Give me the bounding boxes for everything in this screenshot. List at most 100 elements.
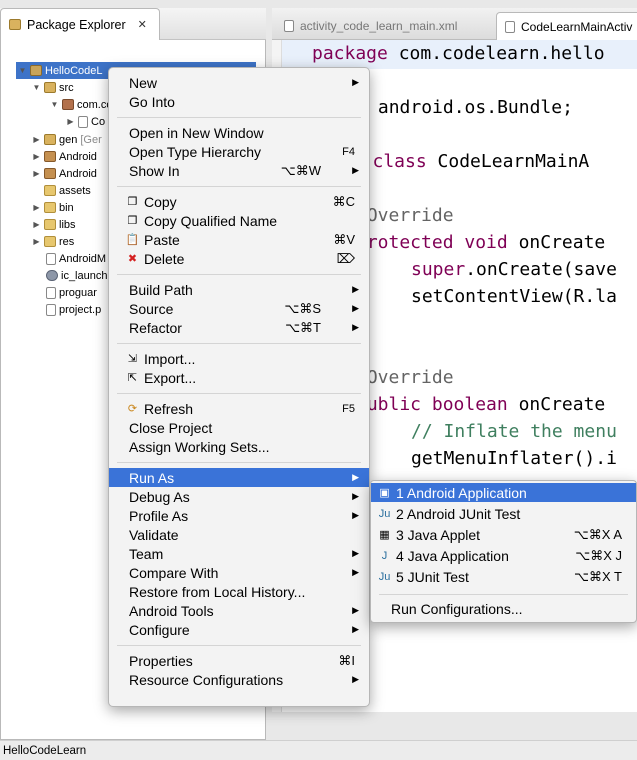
- collapse-icon[interactable]: ▶: [32, 237, 41, 246]
- code-line: ic class CodeLearnMainA: [340, 151, 590, 172]
- menu-item-open-in-new-window[interactable]: Open in New Window: [109, 123, 369, 142]
- image-file-icon: [46, 270, 58, 281]
- menu-item-label: Refactor: [129, 319, 182, 336]
- menu-item-new[interactable]: New ▶: [109, 73, 369, 92]
- tree-item-assets[interactable]: assets: [44, 182, 91, 199]
- menu-item-label: Source: [129, 300, 174, 317]
- tree-item-manifest[interactable]: AndroidM: [46, 250, 106, 267]
- submenu-arrow-icon: ▶: [352, 567, 359, 577]
- menu-item-open-type-hierarchy[interactable]: Open Type Hierarchy F4: [109, 142, 369, 161]
- menu-item-import[interactable]: ⇲ Import...: [109, 349, 369, 368]
- code-line: package com.codelearn.hello: [312, 43, 605, 64]
- tree-item-class[interactable]: ▶ Co: [66, 113, 105, 130]
- menu-item-3-java-applet[interactable]: ▦ 3 Java Applet ⌥⌘X A: [371, 525, 636, 544]
- menu-item-validate[interactable]: Validate: [109, 525, 369, 544]
- export-icon: ⇱: [127, 372, 138, 384]
- tree-item-project-properties[interactable]: project.p: [46, 301, 101, 318]
- menu-item-properties[interactable]: Properties ⌘I: [109, 651, 369, 670]
- submenu-arrow-icon: ▶: [352, 303, 359, 313]
- collapse-icon[interactable]: ▶: [32, 169, 41, 178]
- tree-item-gen[interactable]: ▶ gen [Ger: [32, 131, 101, 148]
- menu-item-compare-with[interactable]: Compare With ▶: [109, 563, 369, 582]
- code-line: @Override: [356, 367, 454, 388]
- menu-item-label: Profile As: [129, 507, 189, 524]
- collapse-icon[interactable]: ▶: [32, 152, 41, 161]
- context-menu: New ▶ Go Into Open in New Window Open Type H…: [108, 67, 370, 707]
- menu-item-debug-as[interactable]: Debug As ▶: [109, 487, 369, 506]
- junit-icon: Ju: [378, 570, 391, 583]
- menu-item-copy[interactable]: ❐ Copy ⌘C: [109, 192, 369, 211]
- tree-item-bin[interactable]: ▶ bin: [32, 199, 74, 216]
- close-icon[interactable]: ✕: [138, 18, 147, 31]
- menu-item-copy-qualified-name[interactable]: ❐ Copy Qualified Name: [109, 211, 369, 230]
- collapse-icon[interactable]: ▶: [66, 117, 75, 126]
- source-folder-icon: [44, 134, 56, 145]
- tree-item-ic-launcher[interactable]: ic_launch: [46, 267, 107, 284]
- copy-icon: ❐: [127, 215, 138, 227]
- junit-icon: Ju: [378, 507, 391, 520]
- java-file-icon: [78, 115, 88, 128]
- tree-item-label: bin: [59, 201, 74, 214]
- menu-item-label: 2 Android JUnit Test: [396, 505, 521, 522]
- menu-item-label: Debug As: [129, 488, 190, 505]
- tab-activity-xml[interactable]: activity_code_learn_main.xml: [276, 12, 496, 40]
- menu-item-label: Open in New Window: [129, 124, 264, 141]
- menu-item-resource-configurations[interactable]: Resource Configurations ▶: [109, 670, 369, 689]
- menu-separator: [117, 117, 361, 118]
- menu-item-close-project[interactable]: Close Project: [109, 418, 369, 437]
- tree-item-proguard[interactable]: proguar: [46, 284, 97, 301]
- menu-item-export[interactable]: ⇱ Export...: [109, 368, 369, 387]
- menu-item-delete[interactable]: ✖ Delete ⌦: [109, 249, 369, 268]
- menu-item-build-path[interactable]: Build Path ▶: [109, 280, 369, 299]
- menu-item-2-android-junit-test[interactable]: Ju 2 Android JUnit Test: [371, 504, 636, 523]
- collapse-icon[interactable]: ▶: [32, 220, 41, 229]
- code-line: protected void onCreate: [356, 232, 606, 253]
- menu-item-source[interactable]: Source ⌥⌘S ▶: [109, 299, 369, 318]
- paste-icon: 📋: [125, 234, 140, 246]
- folder-icon: [44, 219, 56, 230]
- menu-item-restore-from-local-history[interactable]: Restore from Local History...: [109, 582, 369, 601]
- menu-item-refactor[interactable]: Refactor ⌥⌘T ▶: [109, 318, 369, 337]
- menu-item-profile-as[interactable]: Profile As ▶: [109, 506, 369, 525]
- tab-package-explorer[interactable]: Package Explorer ✕: [0, 8, 160, 40]
- tree-item-label: libs: [59, 218, 76, 231]
- menu-item-4-java-application[interactable]: J4 Java Application ⌥⌘X J: [371, 546, 636, 565]
- menu-item-go-into[interactable]: Go Into: [109, 92, 369, 111]
- tree-item-package[interactable]: ▼ com.co: [50, 96, 113, 113]
- android-app-icon: ▣: [379, 487, 390, 499]
- menu-item-paste[interactable]: 📋 Paste ⌘V: [109, 230, 369, 249]
- menu-item-configure[interactable]: Configure ▶: [109, 620, 369, 639]
- menu-item-assign-working-sets[interactable]: Assign Working Sets...: [109, 437, 369, 456]
- menu-shortcut: F4: [342, 145, 355, 158]
- menu-item-run-configurations[interactable]: Run Configurations...: [371, 599, 636, 618]
- tree-item-src[interactable]: ▼ src: [32, 79, 74, 96]
- expand-icon[interactable]: ▼: [18, 66, 27, 75]
- collapse-icon[interactable]: ▶: [32, 203, 41, 212]
- tab-main-activity-java[interactable]: CodeLearnMainActiv: [496, 12, 637, 40]
- menu-item-label: Assign Working Sets...: [129, 438, 270, 455]
- menu-item-show-in[interactable]: Show In ⌥⌘W ▶: [109, 161, 369, 180]
- tree-item-res[interactable]: ▶ res: [32, 233, 74, 250]
- menu-item-label: New: [129, 74, 158, 91]
- submenu-arrow-icon: ▶: [352, 548, 359, 558]
- tree-item-label: proguar: [59, 286, 97, 299]
- menu-item-label: Export...: [144, 369, 197, 386]
- menu-item-label: Go Into: [129, 93, 175, 110]
- menu-item-label: Validate: [129, 526, 179, 543]
- menu-item-5-junit-test[interactable]: Ju 5 JUnit Test ⌥⌘X T: [371, 567, 636, 586]
- menu-item-team[interactable]: Team ▶: [109, 544, 369, 563]
- expand-icon[interactable]: ▼: [32, 83, 41, 92]
- menu-item-android-tools[interactable]: Android Tools ▶: [109, 601, 369, 620]
- menu-item-refresh[interactable]: ⟳ Refresh F5: [109, 399, 369, 418]
- collapse-icon[interactable]: ▶: [32, 135, 41, 144]
- tree-item-libs[interactable]: ▶ libs: [32, 216, 76, 233]
- menu-separator: [117, 393, 361, 394]
- menu-item-run-as[interactable]: Run As ▶: [109, 468, 369, 487]
- java-file-icon: [505, 20, 515, 33]
- expand-icon[interactable]: ▼: [50, 100, 59, 109]
- submenu-arrow-icon: ▶: [352, 491, 359, 501]
- menu-item-1-android-application[interactable]: ▣ 1 Android Application: [371, 483, 636, 502]
- tree-item-android-lib[interactable]: ▶ Android: [32, 165, 97, 182]
- menu-item-label: Import...: [144, 350, 196, 367]
- tree-item-android-lib[interactable]: ▶ Android: [32, 148, 97, 165]
